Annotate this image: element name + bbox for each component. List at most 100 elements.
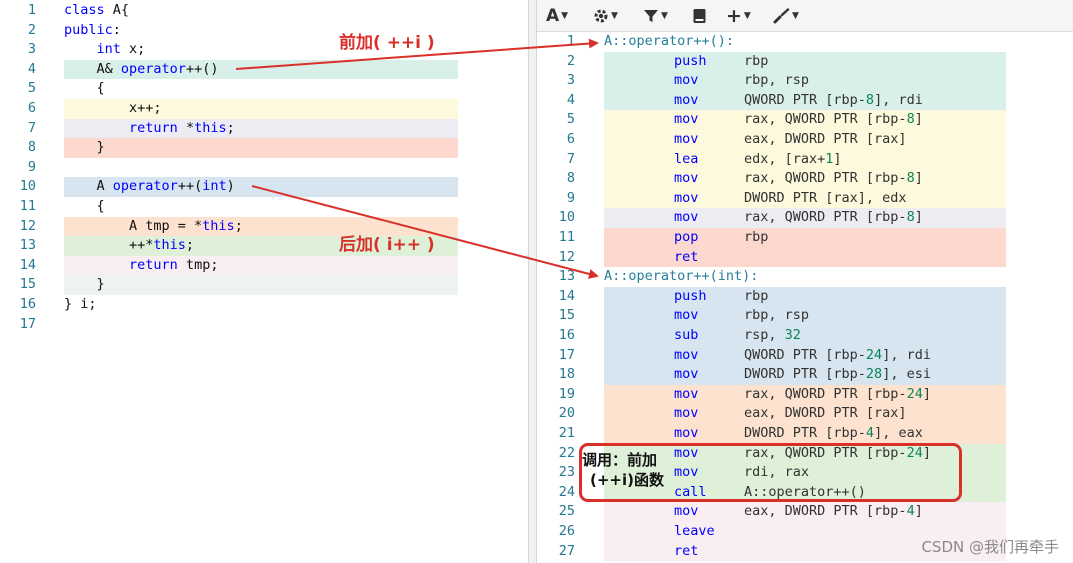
- asm-instruction-line[interactable]: 14 push rbp: [537, 286, 1073, 307]
- line-number: 6: [27, 100, 36, 116]
- source-editor-pane[interactable]: 1 class A{2 public: 3 int x; 4 A& operator++…: [0, 0, 528, 563]
- call-annotation-line2: (++i)函数: [590, 471, 664, 489]
- assembly-toolbar: A ▼ ▼ ▼ + ▼ ▼: [537, 0, 1073, 32]
- asm-opcode: mov: [674, 111, 699, 128]
- asm-instruction-line[interactable]: 17 mov QWORD PTR [rbp-24], rdi: [537, 345, 1073, 366]
- libraries-button[interactable]: [692, 6, 707, 26]
- source-line[interactable]: 13 ++*this;: [0, 236, 528, 256]
- asm-instruction-line[interactable]: 7 lea edx, [rax+1]: [537, 149, 1073, 170]
- source-line[interactable]: 6 x++;: [0, 99, 528, 119]
- font-size-dropdown[interactable]: A ▼: [546, 6, 568, 26]
- line-number: 26: [558, 523, 575, 539]
- asm-instruction-line[interactable]: 16 sub rsp, 32: [537, 326, 1073, 346]
- asm-opcode: pop: [674, 229, 699, 245]
- line-number: 4: [27, 60, 36, 77]
- line-number: 4: [566, 91, 575, 108]
- asm-instruction-line[interactable]: 11 pop rbp: [537, 228, 1073, 248]
- asm-operands: rax, QWORD PTR [rbp-8]: [744, 170, 923, 187]
- asm-instruction-line[interactable]: 12 ret: [537, 247, 1073, 268]
- source-code-text: ++*this;: [64, 237, 195, 254]
- source-line[interactable]: 14 return tmp;: [0, 255, 528, 276]
- line-number: 14: [558, 287, 575, 304]
- source-line[interactable]: 5 {: [0, 79, 528, 99]
- asm-operands: rax, QWORD PTR [rbp-8]: [744, 209, 923, 226]
- source-code-text: return tmp;: [129, 256, 219, 273]
- line-number: 3: [566, 72, 575, 89]
- asm-instruction-line[interactable]: 2 push rbp: [537, 51, 1073, 72]
- source-line[interactable]: 3 int x;: [0, 40, 528, 60]
- source-line[interactable]: 9: [0, 158, 528, 178]
- asm-opcode: mov: [674, 91, 699, 108]
- asm-line-highlight: [604, 326, 1006, 346]
- add-dropdown[interactable]: + ▼: [726, 5, 751, 27]
- asm-label-line[interactable]: 1 A::operator++():: [537, 32, 1073, 52]
- pane-splitter[interactable]: [528, 0, 537, 563]
- asm-instruction-line[interactable]: 10 mov rax, QWORD PTR [rbp-8]: [537, 208, 1073, 228]
- line-number: 3: [27, 41, 36, 58]
- line-number: 19: [558, 385, 575, 402]
- asm-instruction-line[interactable]: 3 mov rbp, rsp: [537, 71, 1073, 91]
- asm-instruction-line[interactable]: 6 mov eax, DWORD PTR [rax]: [537, 130, 1073, 150]
- asm-instruction-line[interactable]: 5 mov rax, QWORD PTR [rbp-8]: [537, 110, 1073, 130]
- line-number: 18: [558, 366, 575, 383]
- source-code-text: {: [64, 80, 105, 97]
- asm-instruction-line[interactable]: 25 mov eax, DWORD PTR [rbp-4]: [537, 502, 1073, 522]
- line-number: 21: [558, 425, 575, 441]
- source-code-text: } i;: [64, 296, 97, 312]
- settings-dropdown[interactable]: ▼: [593, 6, 618, 26]
- asm-opcode: leave: [674, 523, 715, 539]
- asm-line-highlight: [604, 51, 1006, 72]
- source-line-highlight: [64, 197, 458, 217]
- asm-opcode: mov: [674, 385, 699, 402]
- asm-opcode: ret: [674, 542, 699, 559]
- line-number: 14: [19, 256, 36, 273]
- asm-opcode: ret: [674, 248, 699, 265]
- line-number: 8: [566, 170, 575, 187]
- source-line[interactable]: 17: [0, 315, 528, 335]
- asm-label: A::operator++(int):: [604, 268, 759, 285]
- prefix-annotation: 前加( ++i ): [339, 33, 435, 53]
- source-line[interactable]: 15 }: [0, 275, 528, 295]
- asm-operands: rax, QWORD PTR [rbp-8]: [744, 111, 923, 128]
- brush-icon: [773, 8, 790, 24]
- asm-operands: rbp, rsp: [744, 72, 810, 89]
- asm-opcode: mov: [674, 405, 699, 422]
- asm-opcode: mov: [674, 72, 699, 89]
- asm-instruction-line[interactable]: 20 mov eax, DWORD PTR [rax]: [537, 404, 1073, 424]
- asm-opcode: sub: [674, 327, 699, 343]
- postfix-annotation: 后加( i++ ): [339, 235, 435, 255]
- asm-instruction-line[interactable]: 8 mov rax, QWORD PTR [rbp-8]: [537, 169, 1073, 189]
- line-number: 16: [558, 327, 575, 343]
- source-line[interactable]: 7 return *this;: [0, 118, 528, 139]
- asm-instruction-line[interactable]: 18 mov DWORD PTR [rbp-28], esi: [537, 365, 1073, 385]
- asm-opcode: mov: [674, 503, 699, 520]
- asm-operands: rbp, rsp: [744, 307, 810, 324]
- source-line[interactable]: 10 A operator++(int): [0, 177, 528, 197]
- asm-operands: DWORD PTR [rbp-4], eax: [744, 425, 923, 441]
- asm-instruction-line[interactable]: 15 mov rbp, rsp: [537, 306, 1073, 326]
- line-number: 17: [19, 315, 36, 332]
- asm-operands: DWORD PTR [rbp-28], esi: [744, 366, 931, 383]
- source-line[interactable]: 4 A& operator++(): [0, 59, 528, 80]
- source-line[interactable]: 8 }: [0, 138, 528, 158]
- source-line[interactable]: 12 A tmp = *this;: [0, 216, 528, 237]
- asm-instruction-line[interactable]: 4 mov QWORD PTR [rbp-8], rdi: [537, 90, 1073, 111]
- source-code-text: public:: [64, 21, 121, 38]
- line-number: 2: [27, 21, 36, 38]
- source-line[interactable]: 16} i;: [0, 295, 528, 315]
- source-line[interactable]: 2 public:: [0, 21, 528, 41]
- source-line[interactable]: 1 class A{: [0, 1, 528, 21]
- tools-dropdown[interactable]: ▼: [773, 6, 799, 26]
- asm-instruction-line[interactable]: 9 mov DWORD PTR [rax], edx: [537, 188, 1073, 209]
- filter-dropdown[interactable]: ▼: [643, 6, 668, 26]
- watermark: CSDN @我们再牵手: [921, 538, 1059, 556]
- asm-operands: rbp: [744, 229, 769, 245]
- asm-opcode: mov: [674, 189, 699, 206]
- source-code-text: class A{: [64, 2, 130, 18]
- asm-label-line[interactable]: 13 A::operator++(int):: [537, 267, 1073, 287]
- source-line[interactable]: 11 {: [0, 197, 528, 217]
- asm-operands: rsp, 32: [744, 327, 801, 343]
- asm-instruction-line[interactable]: 21 mov DWORD PTR [rbp-4], eax: [537, 424, 1073, 444]
- font-icon: A: [546, 6, 560, 26]
- asm-instruction-line[interactable]: 19 mov rax, QWORD PTR [rbp-24]: [537, 384, 1073, 405]
